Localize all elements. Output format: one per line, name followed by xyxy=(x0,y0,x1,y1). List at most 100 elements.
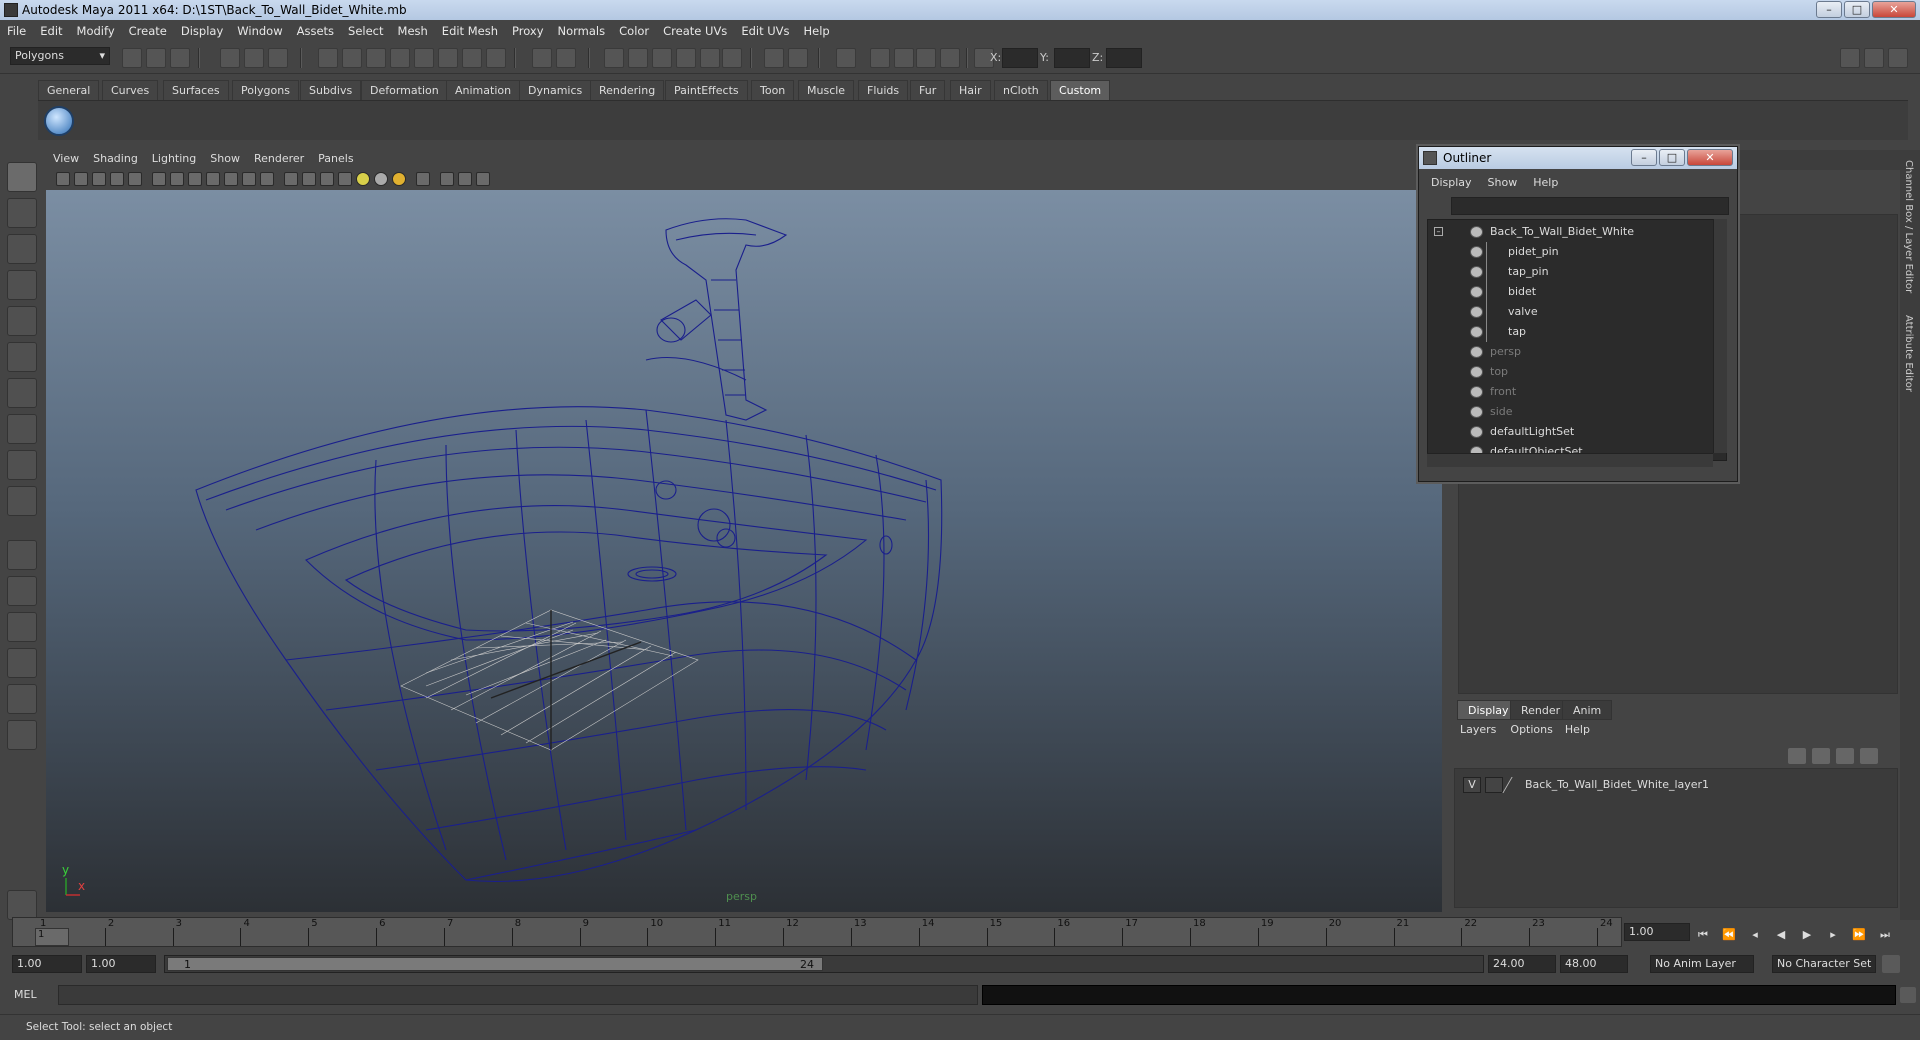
maximize-button[interactable]: □ xyxy=(1844,1,1870,18)
anim-layer-select[interactable]: No Anim Layer xyxy=(1650,955,1754,973)
lasso-tool-icon[interactable] xyxy=(7,198,37,228)
viewport-menu-show[interactable]: Show xyxy=(203,150,247,168)
tab-dynamics[interactable]: Dynamics xyxy=(519,80,592,100)
outliner-item[interactable]: valve xyxy=(1428,302,1718,322)
layer-menu-help[interactable]: Help xyxy=(1559,723,1596,736)
playback-end-field[interactable]: 24.00 xyxy=(1488,955,1556,973)
menu-color[interactable]: Color xyxy=(612,20,656,42)
playback-start-field[interactable]: 1.00 xyxy=(86,955,156,973)
menu-create-uvs[interactable]: Create UVs xyxy=(656,20,734,42)
tab-painteffects[interactable]: PaintEffects xyxy=(665,80,748,100)
outliner-horizontal-scrollbar[interactable] xyxy=(1427,453,1713,467)
menu-modify[interactable]: Modify xyxy=(70,20,122,42)
open-scene-icon[interactable] xyxy=(146,48,166,68)
outliner-maximize-button[interactable]: □ xyxy=(1659,149,1685,166)
tool-settings-toggle-icon[interactable] xyxy=(1888,48,1908,68)
hypershade-layout-icon[interactable] xyxy=(7,684,37,714)
menu-file[interactable]: File xyxy=(0,20,33,42)
paint-select-tool-icon[interactable] xyxy=(7,234,37,264)
outliner-item[interactable]: tap_pin xyxy=(1428,262,1718,282)
layer-tab-anim[interactable]: Anim xyxy=(1562,700,1613,720)
snap-curve-icon[interactable] xyxy=(342,48,362,68)
layer-color-swatch[interactable] xyxy=(1502,777,1524,793)
isolate-select-icon[interactable] xyxy=(416,172,430,186)
tab-rendering[interactable]: Rendering xyxy=(590,80,665,100)
go-to-end-icon[interactable]: ⏭ xyxy=(1876,926,1894,944)
current-time-marker[interactable]: 1 xyxy=(35,928,69,946)
grid-icon[interactable] xyxy=(152,172,166,186)
select-tool-icon[interactable] xyxy=(7,162,37,192)
outliner-vertical-scrollbar[interactable] xyxy=(1713,219,1727,453)
snap-point-icon[interactable] xyxy=(366,48,386,68)
image-plane-icon[interactable] xyxy=(110,172,124,186)
tab-deformation[interactable]: Deformation xyxy=(361,80,448,100)
layer-menu-layers[interactable]: Layers xyxy=(1452,723,1504,736)
layer-visibility-toggle[interactable]: V xyxy=(1463,777,1481,793)
step-forward-key-icon[interactable]: ⏩ xyxy=(1850,926,1868,944)
outliner-item[interactable]: tap xyxy=(1428,322,1718,342)
menu-mesh[interactable]: Mesh xyxy=(391,20,435,42)
safe-title-icon[interactable] xyxy=(260,172,274,186)
gate-mask-icon[interactable] xyxy=(206,172,220,186)
outliner-icon[interactable] xyxy=(870,48,890,68)
outliner-item[interactable]: bidet xyxy=(1428,282,1718,302)
new-scene-icon[interactable] xyxy=(122,48,142,68)
collapse-icon[interactable]: – xyxy=(1434,227,1443,236)
outliner-item[interactable]: front xyxy=(1428,382,1718,402)
mel-input[interactable] xyxy=(58,985,978,1005)
universal-manipulator-icon[interactable] xyxy=(7,378,37,408)
snap-plane-icon[interactable] xyxy=(390,48,410,68)
xray-icon[interactable] xyxy=(440,172,454,186)
high-quality-icon[interactable] xyxy=(392,172,406,186)
textures-icon[interactable] xyxy=(338,172,352,186)
outliner-close-button[interactable]: ✕ xyxy=(1687,149,1733,166)
absolute-transform-icon[interactable] xyxy=(940,48,960,68)
persp-graph-layout-icon[interactable] xyxy=(7,648,37,678)
side-tab-channel-box[interactable]: Channel Box / Layer Editor xyxy=(1903,160,1914,293)
key-icon[interactable] xyxy=(1882,955,1900,973)
viewport-menu-view[interactable]: View xyxy=(46,150,86,168)
outliner-item[interactable]: pidet_pin xyxy=(1428,242,1718,262)
make-live-icon[interactable] xyxy=(414,48,434,68)
scale-tool-icon[interactable] xyxy=(7,342,37,372)
outliner-item[interactable]: persp xyxy=(1428,342,1718,362)
viewport-menu-renderer[interactable]: Renderer xyxy=(247,150,311,168)
smooth-shade-icon[interactable] xyxy=(302,172,316,186)
x-field[interactable] xyxy=(1002,48,1038,68)
new-layer-selected-icon[interactable] xyxy=(1812,748,1830,764)
hypershade-icon[interactable] xyxy=(676,48,696,68)
last-tool-icon[interactable] xyxy=(7,486,37,516)
save-scene-icon[interactable] xyxy=(170,48,190,68)
single-perspective-layout-icon[interactable] xyxy=(7,540,37,570)
channel-box-toggle-icon[interactable] xyxy=(1840,48,1860,68)
select-camera-icon[interactable] xyxy=(56,172,70,186)
persp-outliner-layout-icon[interactable] xyxy=(7,612,37,642)
viewport-menu-panels[interactable]: Panels xyxy=(311,150,360,168)
script-editor-button-icon[interactable] xyxy=(1900,987,1916,1003)
attribute-editor-toggle-icon[interactable] xyxy=(1864,48,1884,68)
safe-action-icon[interactable] xyxy=(242,172,256,186)
animation-start-field[interactable]: 1.00 xyxy=(12,955,82,973)
outliner-filter-field[interactable] xyxy=(1451,197,1729,215)
tab-ncloth[interactable]: nCloth xyxy=(994,80,1048,100)
menu-select[interactable]: Select xyxy=(341,20,390,42)
render-settings-icon[interactable] xyxy=(652,48,672,68)
outliner-item[interactable]: defaultLightSet xyxy=(1428,422,1718,442)
menu-proxy[interactable]: Proxy xyxy=(505,20,551,42)
field-chart-icon[interactable] xyxy=(224,172,238,186)
tab-hair[interactable]: Hair xyxy=(950,80,991,100)
film-gate-icon[interactable] xyxy=(170,172,184,186)
checkmark-shelf-icon[interactable] xyxy=(44,106,74,136)
time-slider[interactable]: 1 2 3 4 5 6 7 8 9 10 11 12 13 14 15 16 17 18 19 20 21 22 23 24 1 xyxy=(12,917,1622,947)
play-backward-icon[interactable]: ◀ xyxy=(1772,926,1790,944)
range-slider-track[interactable]: 1 24 xyxy=(164,955,1484,973)
camera-attributes-icon[interactable] xyxy=(74,172,88,186)
menu-edit-uvs[interactable]: Edit UVs xyxy=(734,20,796,42)
menu-help[interactable]: Help xyxy=(797,20,837,42)
outliner-menu-display[interactable]: Display xyxy=(1423,173,1480,193)
tab-polygons[interactable]: Polygons xyxy=(232,80,299,100)
menu-create[interactable]: Create xyxy=(122,20,174,42)
select-hierarchy-icon[interactable] xyxy=(220,48,240,68)
viewport-menu-lighting[interactable]: Lighting xyxy=(145,150,203,168)
tab-surfaces[interactable]: Surfaces xyxy=(163,80,229,100)
